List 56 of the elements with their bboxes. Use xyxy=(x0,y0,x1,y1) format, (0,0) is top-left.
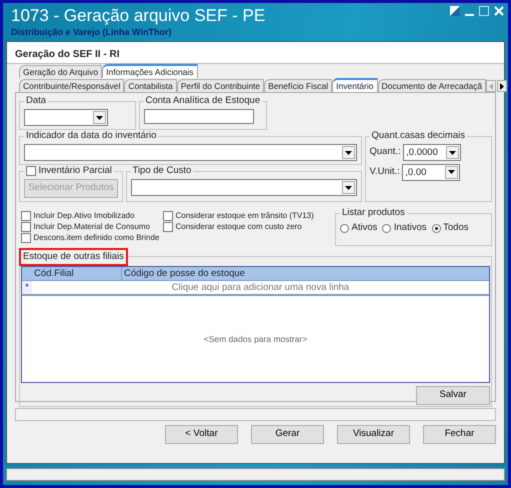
checkbox-label: Incluir Dep.Material de Consumo xyxy=(34,220,150,232)
decimal-dropdown[interactable]: ,0.0000 xyxy=(403,144,462,161)
checkbox[interactable] xyxy=(26,166,36,176)
dialog-button[interactable]: Fechar xyxy=(423,425,496,444)
checkbox-label: Considerar estoque com custo zero xyxy=(176,220,302,232)
tab[interactable]: Inventário xyxy=(332,78,378,92)
radio-label: Todos xyxy=(443,221,468,235)
close-icon[interactable] xyxy=(494,6,504,16)
restore-icon[interactable] xyxy=(450,6,460,16)
tab[interactable]: Informações Adicionais xyxy=(102,64,198,78)
checkbox[interactable] xyxy=(163,210,173,220)
text-input[interactable] xyxy=(144,109,254,124)
maximize-icon[interactable] xyxy=(479,6,489,16)
empty-message: <Sem dados para mostrar> xyxy=(204,332,308,346)
column-header[interactable]: Cód.Filial xyxy=(32,267,122,280)
radio-button[interactable] xyxy=(432,224,441,233)
checkbox[interactable] xyxy=(21,210,31,220)
column-header[interactable]: Código de posse do estoque xyxy=(122,267,245,280)
radio-button[interactable] xyxy=(340,224,349,233)
tab[interactable]: Benefício Fiscal xyxy=(264,79,332,92)
tab[interactable]: Documento de Arrecadaçã xyxy=(378,79,486,92)
tab[interactable]: Contribuinte/Responsável xyxy=(19,79,124,92)
checkbox[interactable] xyxy=(163,222,173,232)
window-subtitle: Distribuição e Varejo (Linha WinThor) xyxy=(11,26,172,39)
decimal-dropdown[interactable]: ,0.00 xyxy=(402,164,460,180)
new-row-prompt[interactable]: Clique aqui para adicionar uma nova linha xyxy=(172,282,350,293)
dialog-button[interactable]: < Voltar xyxy=(165,425,238,444)
checkbox-label: Descons.item definido como Brinde xyxy=(34,232,160,244)
panel-title: Geração do SEF II - RI xyxy=(7,42,504,64)
dialog-button[interactable]: Visualizar xyxy=(337,425,410,444)
checkbox-label: Considerar estoque em trânsito (TV13) xyxy=(176,210,314,222)
new-row-marker: * xyxy=(22,281,32,294)
group-label: Conta Analítica de Estoque xyxy=(144,95,262,107)
group-label: Listar produtos xyxy=(340,207,407,219)
radio-label: Inativos xyxy=(394,221,427,235)
group-label: Inventário Parcial xyxy=(38,165,112,177)
scroll-right-icon[interactable] xyxy=(497,80,508,92)
group-label: Quant.casas decimais xyxy=(370,130,467,142)
checkbox[interactable] xyxy=(21,232,31,242)
save-button[interactable]: Salvar xyxy=(416,386,490,404)
checkbox[interactable] xyxy=(21,222,31,232)
group-label: Tipo de Custo xyxy=(130,165,194,177)
dialog-button[interactable]: Gerar xyxy=(251,425,324,444)
tab[interactable]: Perfil do Contribuinte xyxy=(176,79,264,92)
checkbox-label: Incluir Dep.Ativo Imobilizado xyxy=(34,210,134,222)
radio-label: Ativos xyxy=(352,221,378,235)
radio-button[interactable] xyxy=(382,224,392,233)
group-label: Estoque de outras filiais xyxy=(21,250,126,264)
tab[interactable]: Geração do Arquivo xyxy=(19,65,102,78)
cost-type-dropdown[interactable] xyxy=(130,179,357,196)
field-label: V.Unit.: xyxy=(370,164,400,179)
indicator-dropdown[interactable] xyxy=(24,144,357,161)
window-title: 1073 - Geração arquivo SEF - PE xyxy=(11,5,266,26)
field-label: Quant.: xyxy=(370,145,401,160)
tab[interactable]: Contabilista xyxy=(124,79,177,92)
date-dropdown[interactable] xyxy=(24,109,108,126)
